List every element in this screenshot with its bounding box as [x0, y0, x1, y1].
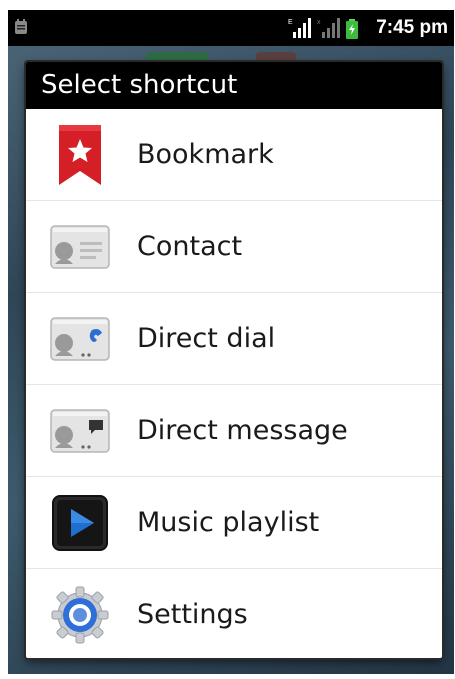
- shortcut-item-settings[interactable]: Settings: [26, 569, 442, 658]
- svg-text:x: x: [317, 19, 321, 26]
- shortcut-item-contact[interactable]: Contact: [26, 201, 442, 293]
- shortcut-label: Direct dial: [137, 323, 276, 354]
- device-frame: E x 7:45 pm Select shortcut Bookmark Con…: [0, 0, 455, 679]
- music-playlist-icon: [48, 491, 112, 555]
- direct-dial-icon: [48, 307, 112, 371]
- shortcut-item-direct-message[interactable]: Direct message: [26, 385, 442, 477]
- select-shortcut-dialog: Select shortcut Bookmark Contact Direct …: [26, 62, 442, 658]
- shortcut-label: Music playlist: [137, 507, 320, 538]
- shortcut-label: Contact: [137, 231, 243, 262]
- status-time: 7:45 pm: [376, 17, 448, 38]
- shortcut-label: Bookmark: [137, 139, 274, 170]
- status-bar: E x 7:45 pm: [8, 10, 454, 46]
- battery-charging-icon: [346, 19, 358, 39]
- svg-text:E: E: [288, 19, 293, 26]
- phone-screen: E x 7:45 pm Select shortcut Bookmark Con…: [8, 10, 454, 674]
- notification-icon: [15, 19, 27, 34]
- shortcut-item-music-playlist[interactable]: Music playlist: [26, 477, 442, 569]
- shortcut-item-direct-dial[interactable]: Direct dial: [26, 293, 442, 385]
- shortcut-label: Settings: [137, 599, 248, 630]
- settings-gear-icon: [48, 583, 112, 647]
- shortcut-label: Direct message: [137, 415, 348, 446]
- shortcut-item-bookmark[interactable]: Bookmark: [26, 109, 442, 201]
- dialog-title: Select shortcut: [26, 62, 442, 109]
- contact-card-icon: [48, 215, 112, 279]
- signal-icon: E: [288, 18, 311, 38]
- direct-message-icon: [48, 399, 112, 463]
- signal-secondary-icon: x: [317, 18, 340, 38]
- bookmark-icon: [48, 123, 112, 187]
